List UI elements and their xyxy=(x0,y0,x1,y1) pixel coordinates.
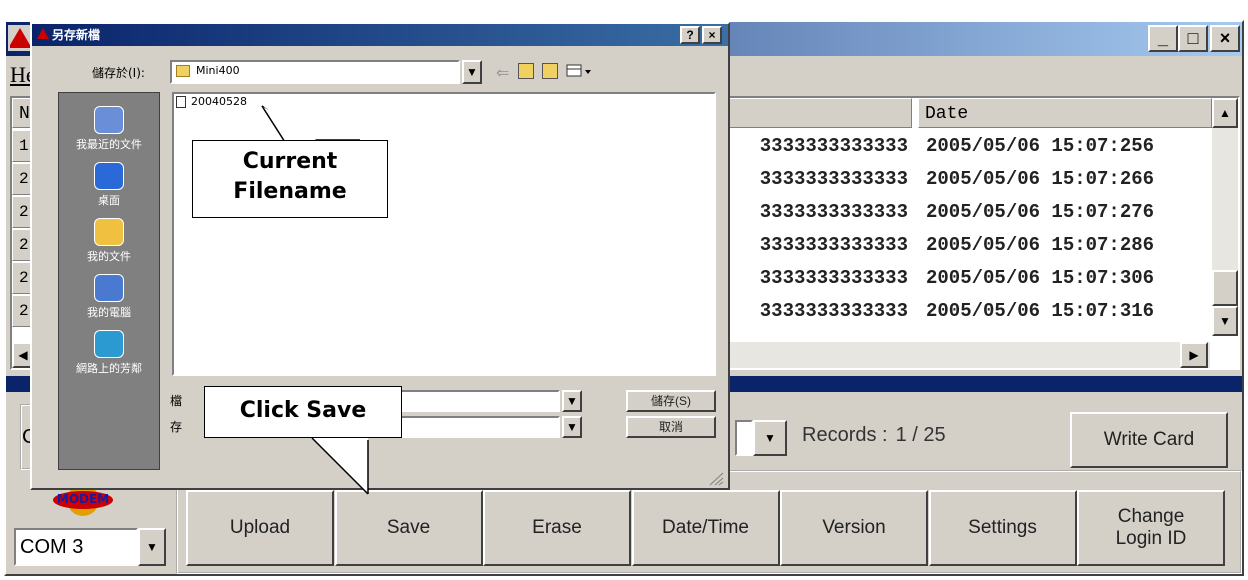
callout-current-filename: Current Filename xyxy=(192,140,388,218)
callout-click-save: Click Save xyxy=(204,386,402,438)
callout-pointers xyxy=(261,105,369,495)
